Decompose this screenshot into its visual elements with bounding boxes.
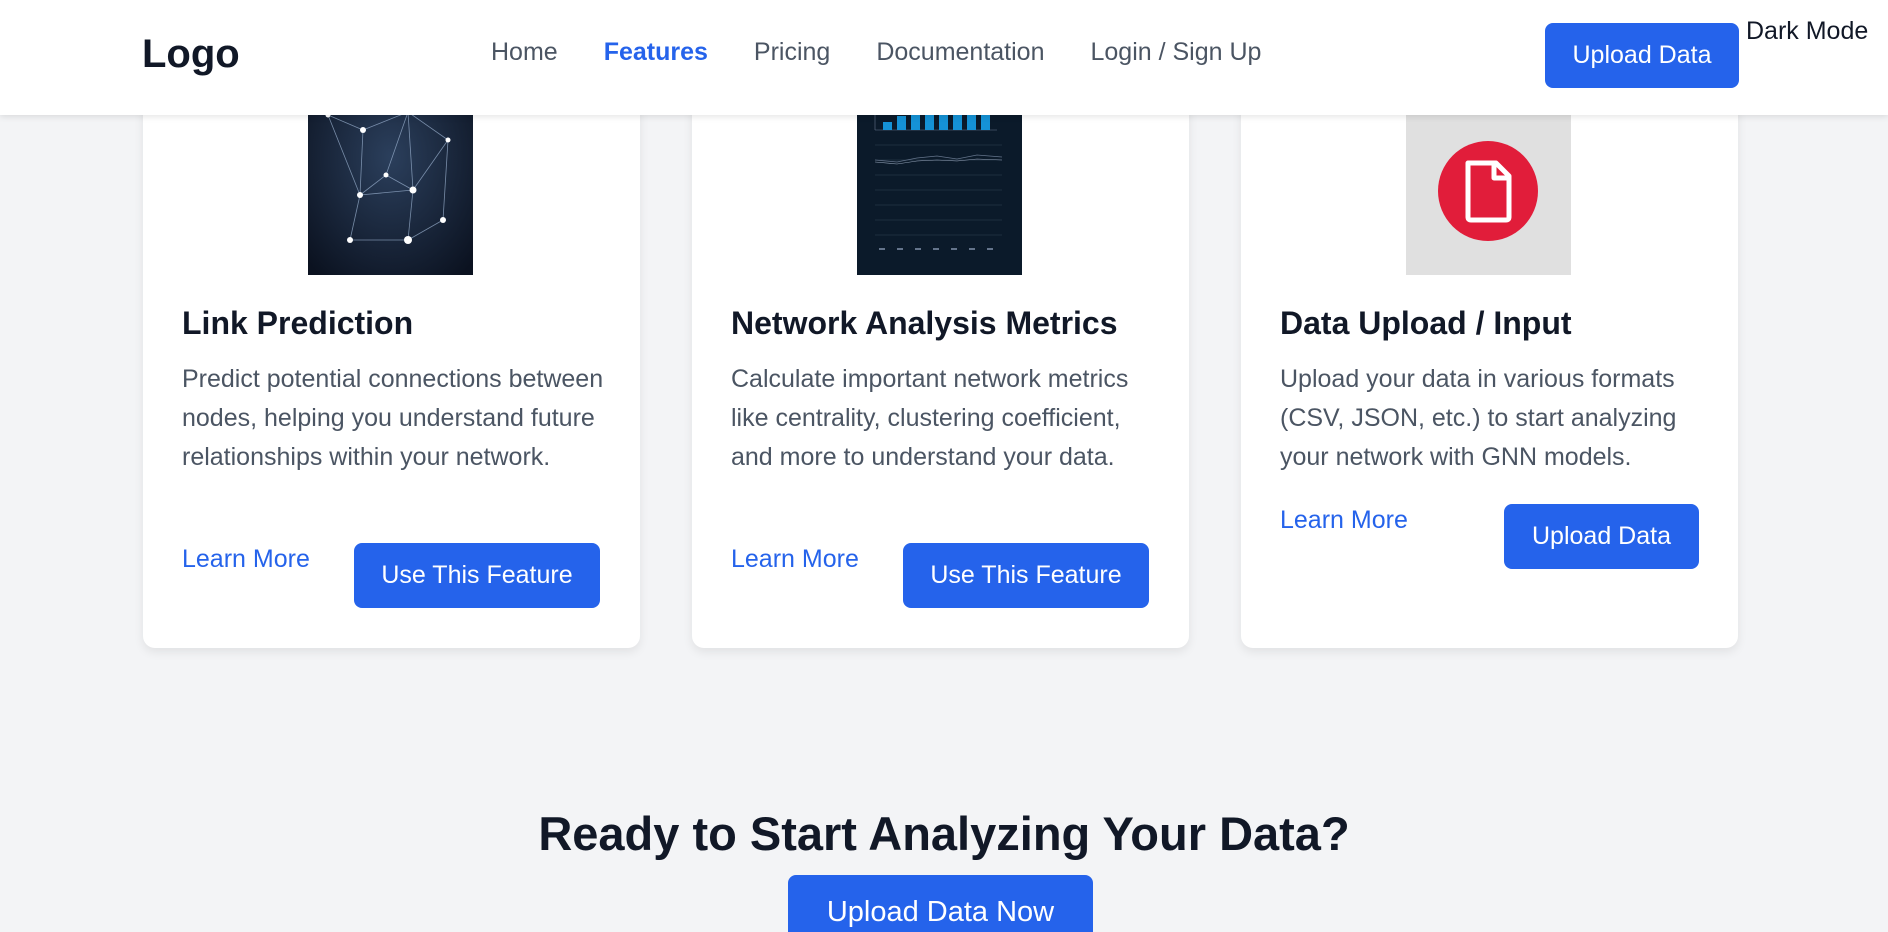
logo[interactable]: Logo xyxy=(142,32,240,77)
upload-data-now-button[interactable]: Upload Data Now xyxy=(788,875,1093,932)
card-description: Upload your data in various formats (CSV… xyxy=(1280,365,1677,471)
dark-mode-toggle[interactable]: Dark Mode xyxy=(1746,17,1868,46)
learn-more-link[interactable]: Learn More xyxy=(731,545,859,574)
card-title: Data Upload / Input xyxy=(1280,305,1572,341)
card-title: Link Prediction xyxy=(182,305,414,341)
nav-features[interactable]: Features xyxy=(604,38,708,67)
card-title: Network Analysis Metrics xyxy=(731,305,1118,341)
upload-data-button[interactable]: Upload Data xyxy=(1504,504,1699,569)
nav-login-signup[interactable]: Login / Sign Up xyxy=(1090,38,1261,67)
card-description: Calculate important network metrics like… xyxy=(731,365,1129,471)
header-upload-button[interactable]: Upload Data xyxy=(1545,23,1739,88)
nav-documentation[interactable]: Documentation xyxy=(876,38,1044,67)
cta-heading: Ready to Start Analyzing Your Data? xyxy=(538,807,1350,860)
use-feature-button[interactable]: Use This Feature xyxy=(903,543,1149,608)
nav-home[interactable]: Home xyxy=(491,38,558,67)
learn-more-link[interactable]: Learn More xyxy=(182,545,310,574)
site-header: Logo Home Features Pricing Documentation… xyxy=(0,0,1888,115)
feature-card-link-prediction: Link Prediction Predict potential connec… xyxy=(143,60,640,648)
use-feature-button[interactable]: Use This Feature xyxy=(354,543,600,608)
main-nav: Home Features Pricing Documentation Logi… xyxy=(491,38,1261,67)
nav-pricing[interactable]: Pricing xyxy=(754,38,830,67)
feature-card-network-metrics: Network Analysis Metrics Calculate impor… xyxy=(692,60,1189,648)
learn-more-link[interactable]: Learn More xyxy=(1280,506,1408,535)
feature-card-data-upload: Data Upload / Input Upload your data in … xyxy=(1241,60,1738,648)
card-description: Predict potential connections between no… xyxy=(182,365,604,471)
